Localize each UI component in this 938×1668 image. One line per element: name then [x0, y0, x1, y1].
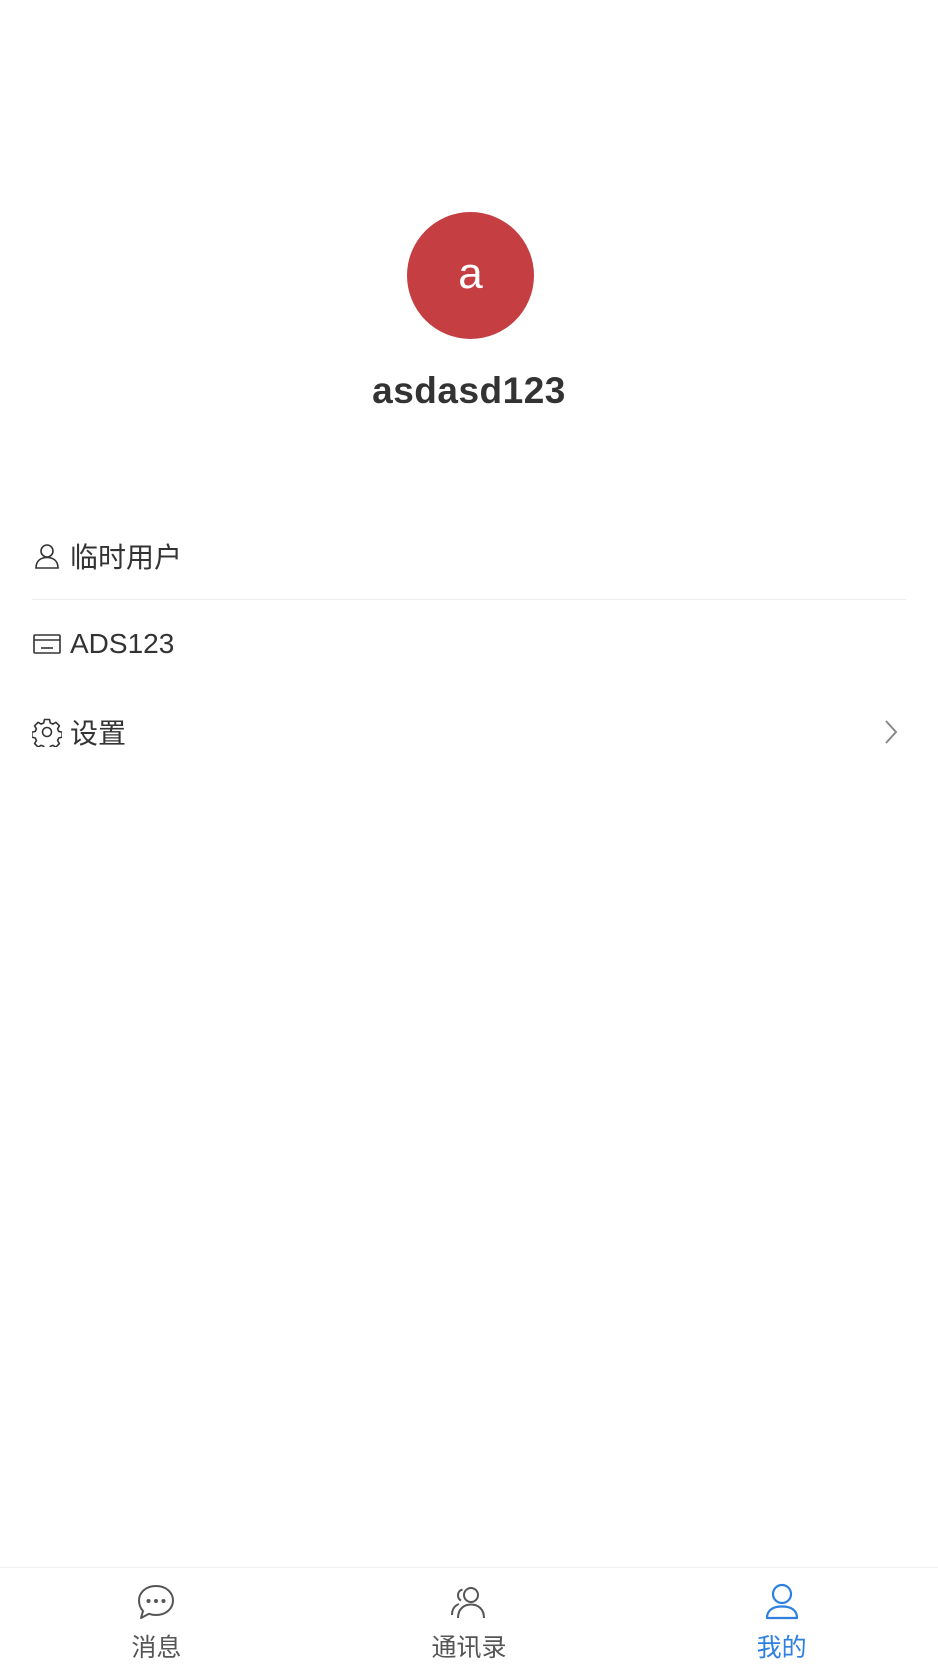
- card-icon: [32, 629, 62, 659]
- tab-label: 消息: [131, 1634, 182, 1662]
- username: asdasd123: [372, 370, 566, 411]
- menu-item-label: 临时用户: [70, 541, 183, 573]
- contacts-icon: [447, 1580, 491, 1624]
- gear-icon: [32, 717, 62, 747]
- tab-me[interactable]: 我的: [625, 1568, 938, 1668]
- avatar[interactable]: a: [407, 212, 534, 339]
- user-icon: [32, 541, 62, 571]
- menu-item-account-id[interactable]: ADS123: [32, 600, 906, 688]
- menu-item-settings[interactable]: 设置: [32, 688, 906, 776]
- chevron-right-icon: [880, 717, 902, 747]
- bottom-tab-bar: 消息 通讯录 我的: [0, 1567, 938, 1668]
- tab-label: 我的: [756, 1634, 807, 1662]
- tab-messages[interactable]: 消息: [0, 1568, 313, 1668]
- tab-label: 通讯录: [431, 1634, 507, 1662]
- chat-bubble-icon: [134, 1580, 178, 1624]
- menu-item-user-type[interactable]: 临时用户: [32, 512, 906, 600]
- profile-menu: 临时用户 ADS123 设置: [32, 512, 906, 776]
- tab-contacts[interactable]: 通讯录: [313, 1568, 626, 1668]
- menu-item-label: ADS123: [70, 628, 175, 659]
- menu-item-label: 设置: [70, 718, 127, 749]
- avatar-letter: a: [458, 248, 483, 298]
- person-icon: [760, 1580, 804, 1624]
